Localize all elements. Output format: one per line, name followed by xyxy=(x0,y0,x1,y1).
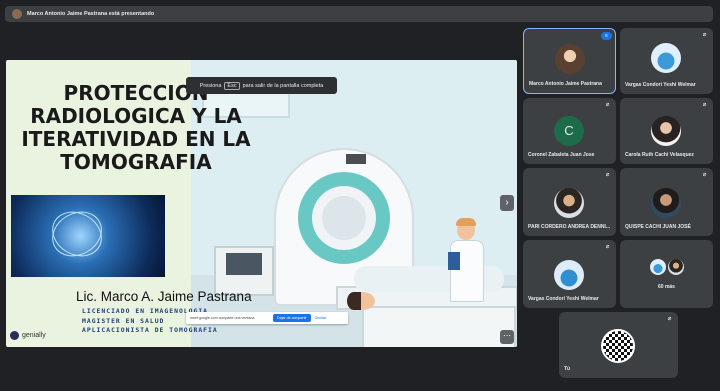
genially-icon xyxy=(10,331,19,340)
participant-tile[interactable]: C ⌀ Coronel Zabaleta Juan Jose xyxy=(523,98,616,164)
slide-credential: APLICACIONISTA DE TOMOGRAFIA xyxy=(82,326,218,334)
mic-off-icon: ⌀ xyxy=(702,32,707,38)
participant-avatar xyxy=(555,44,585,74)
slide-title-line: ITERATIVIDAD EN LA xyxy=(21,127,251,151)
mic-off-icon: ⌀ xyxy=(667,316,672,322)
slide-author: Lic. Marco A. Jaime Pastrana xyxy=(76,289,252,304)
slide-title-line: TOMOGRAFIA xyxy=(60,150,212,174)
more-options-button[interactable]: ⋯ xyxy=(500,330,514,344)
participant-avatar xyxy=(651,188,681,218)
presenter-text: Marco Antonio Jaime Pastrana está presen… xyxy=(27,11,155,17)
participant-mini-avatar xyxy=(650,259,666,275)
slide-credential: MAGISTER EN SALUD xyxy=(82,317,165,325)
self-avatar xyxy=(601,329,635,363)
atom-hand-image xyxy=(11,195,165,277)
share-notification-bar: meet.google.com comparte una ventana Dej… xyxy=(186,312,348,324)
participant-tile[interactable]: ⌀ Carola Ruth Cachi Velasquez xyxy=(620,98,713,164)
participant-avatar xyxy=(651,116,681,146)
participant-tile[interactable]: ⌀ Vargas Condori Yeshi Welmar xyxy=(620,28,713,94)
slide-title-line: RADIOLOGICA Y LA xyxy=(30,104,242,128)
speaking-icon: ≡ xyxy=(601,32,612,40)
mic-off-icon: ⌀ xyxy=(702,172,707,178)
more-participants-tile[interactable]: 60 más xyxy=(620,240,713,308)
esc-key: Esc xyxy=(224,81,240,90)
share-text: meet.google.com comparte una ventana xyxy=(190,316,255,320)
participant-avatar xyxy=(651,43,681,73)
slide-title: PROTECCION RADIOLOGICA Y LA ITERATIVIDAD… xyxy=(6,82,266,174)
mic-off-icon: ⌀ xyxy=(605,102,610,108)
doctor-illustration xyxy=(448,218,484,302)
participant-tile[interactable]: ⌀ QUISPE CACHI JUAN JOSÉ xyxy=(620,168,713,236)
next-slide-button[interactable]: › xyxy=(500,195,514,211)
fullscreen-exit-hint: Presiona Esc para salir de la pantalla c… xyxy=(186,77,337,94)
genially-logo: genially xyxy=(10,331,46,340)
mic-off-icon: ⌀ xyxy=(605,172,610,178)
presenter-bar: Marco Antonio Jaime Pastrana está presen… xyxy=(5,6,713,22)
participant-mini-avatar xyxy=(668,259,684,275)
participant-avatar xyxy=(554,260,584,290)
presentation-screen[interactable]: PROTECCION RADIOLOGICA Y LA ITERATIVIDAD… xyxy=(6,60,517,347)
scanner-bed-base xyxy=(362,306,516,347)
hide-button[interactable]: Ocultar xyxy=(315,316,327,320)
patient-illustration xyxy=(347,292,375,310)
self-tile[interactable]: ⌀ Tú xyxy=(559,312,678,378)
participant-avatar xyxy=(554,188,584,218)
participant-tile[interactable]: ⌀ PARI CORDERO ANDREA DENNI... xyxy=(523,168,616,236)
participant-avatar: C xyxy=(554,116,584,146)
stop-sharing-button[interactable]: Dejar de compartir xyxy=(273,314,311,322)
participant-tile[interactable]: ≡ Marco Antonio Jaime Pastrana xyxy=(523,28,616,94)
presenter-avatar xyxy=(12,9,22,19)
participant-tile[interactable]: ⌀ Vargas Condori Yeshi Welmar xyxy=(523,240,616,308)
mic-off-icon: ⌀ xyxy=(605,244,610,250)
mic-off-icon: ⌀ xyxy=(702,102,707,108)
